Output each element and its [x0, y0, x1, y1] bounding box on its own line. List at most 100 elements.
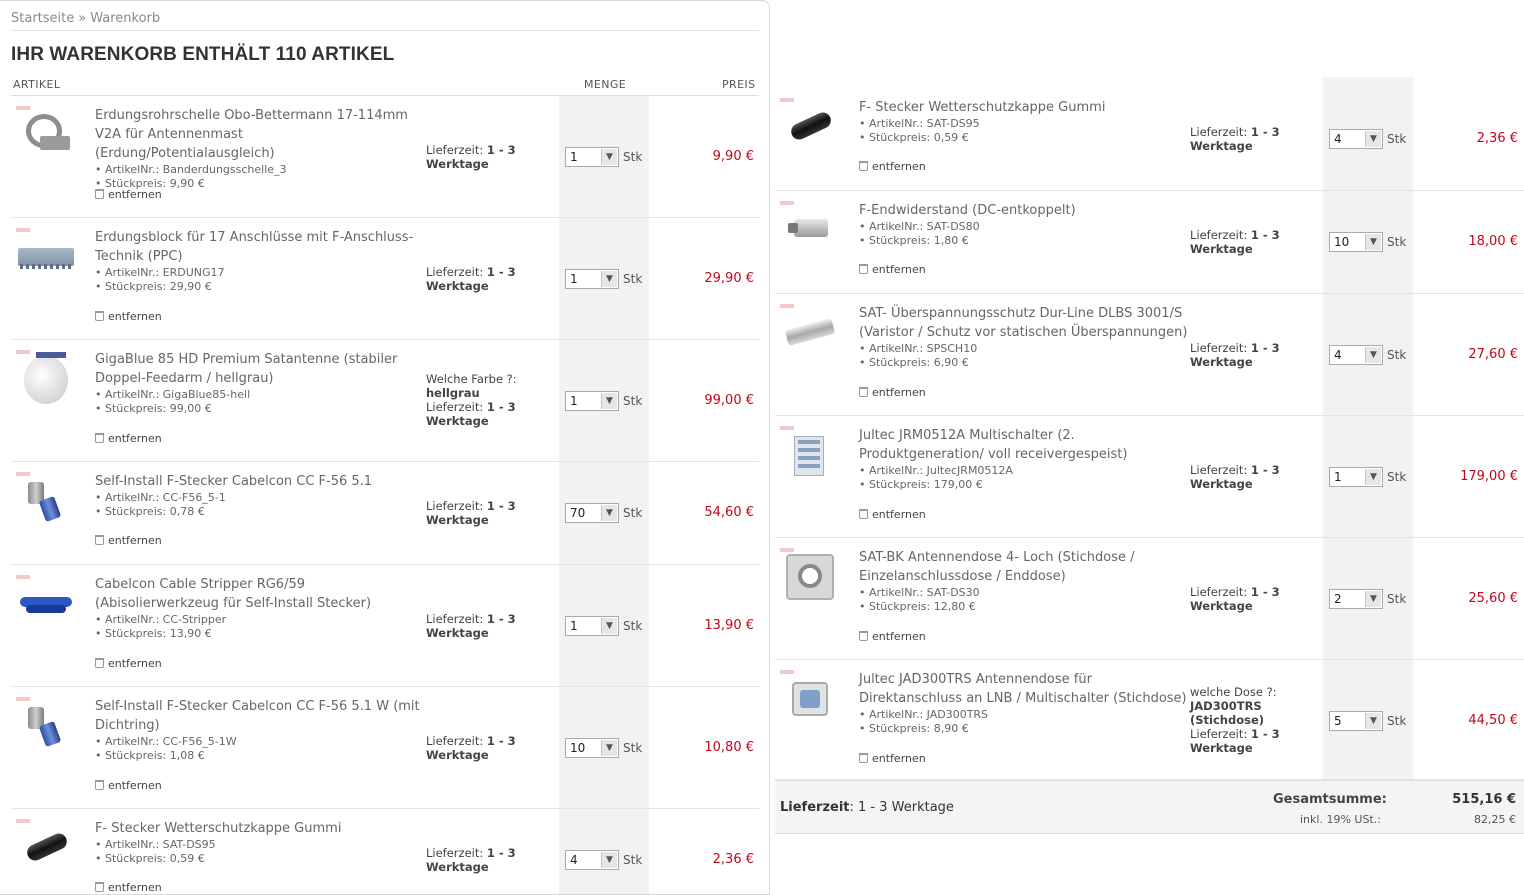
remove-button[interactable]: entfernen	[95, 188, 162, 201]
quantity-select[interactable]: 4 ▼	[565, 850, 619, 870]
thumb-shape	[36, 352, 66, 358]
quantity-select[interactable]: 4 ▼	[1329, 345, 1383, 365]
chevron-down-icon: ▼	[1365, 591, 1381, 607]
trash-icon	[859, 631, 868, 641]
item-info: SAT-BK Antennendose 4- Loch (Stichdose /…	[859, 548, 1189, 614]
cart-row: Erdungsblock für 17 Anschlüsse mit F-Ans…	[11, 218, 759, 340]
surge-image[interactable]	[780, 304, 840, 364]
delivery-value: 1 - 3	[486, 734, 516, 748]
chevron-down-icon: ▼	[1365, 713, 1381, 729]
cart-panel-left: Startseite » Warenkorb IHR WARENKORB ENTHÄ…	[0, 0, 770, 895]
article-number-value: SPSCH10	[926, 342, 978, 355]
total-tax-value: 82,25 €	[1474, 813, 1516, 826]
thumb-marker	[780, 670, 794, 674]
dose-image[interactable]	[780, 670, 840, 730]
quantity-value: 1	[570, 150, 578, 164]
quantity-select[interactable]: 1 ▼	[1329, 467, 1383, 487]
remove-button[interactable]: entfernen	[95, 534, 162, 547]
product-name-link[interactable]: Self-Install F-Stecker Cabelcon CC F-56 …	[95, 697, 425, 735]
product-name-link[interactable]: F-Endwiderstand (DC-entkoppelt)	[859, 201, 1189, 220]
remove-button[interactable]: entfernen	[859, 263, 926, 276]
remove-button[interactable]: entfernen	[95, 432, 162, 445]
remove-button[interactable]: entfernen	[859, 160, 926, 173]
product-name-link[interactable]: Cabelcon Cable Stripper RG6/59 (Abisolie…	[95, 575, 425, 613]
product-name-link[interactable]: Erdungsrohrschelle Obo-Bettermann 17-114…	[95, 106, 425, 163]
product-name-link[interactable]: SAT- Überspannungsschutz Dur-Line DLBS 3…	[859, 304, 1189, 342]
quantity-unit: Stk	[1387, 714, 1407, 728]
quantity-select[interactable]: 1 ▼	[565, 391, 619, 411]
dish-image[interactable]	[16, 350, 76, 410]
line-total: 54,60 €	[704, 505, 754, 520]
remove-button[interactable]: entfernen	[859, 508, 926, 521]
unit-price: • Stückpreis: 179,00 €	[859, 478, 1189, 492]
fplug-image[interactable]	[16, 472, 76, 532]
delivery-value: 1 - 3	[1250, 727, 1280, 741]
trash-icon	[95, 189, 104, 199]
product-name-link[interactable]: Self-Install F-Stecker Cabelcon CC F-56 …	[95, 472, 425, 491]
trash-icon	[859, 264, 868, 274]
product-name-link[interactable]: GigaBlue 85 HD Premium Satantenne (stabi…	[95, 350, 425, 388]
delivery-value: 1 - 3	[1250, 125, 1280, 139]
delivery-info: Lieferzeit: 1 - 3 Werktage	[426, 846, 556, 874]
option-value: hellgrau	[426, 386, 480, 400]
delivery-label: Lieferzeit:	[426, 734, 484, 748]
thumb-marker	[780, 98, 794, 102]
stripper-image[interactable]	[16, 575, 76, 635]
remove-button[interactable]: entfernen	[95, 779, 162, 792]
cap-image[interactable]	[780, 98, 840, 158]
quantity-select[interactable]: 4 ▼	[1329, 129, 1383, 149]
unit-price-value: 6,90 €	[933, 356, 969, 369]
cap-image[interactable]	[16, 819, 76, 879]
block-image[interactable]	[16, 228, 76, 288]
remove-button[interactable]: entfernen	[95, 881, 162, 894]
cart-row: SAT- Überspannungsschutz Dur-Line DLBS 3…	[775, 294, 1524, 416]
remove-button[interactable]: entfernen	[859, 386, 926, 399]
remove-button[interactable]: entfernen	[859, 752, 926, 765]
quantity-select[interactable]: 10 ▼	[565, 738, 619, 758]
delivery-info: Lieferzeit: 1 - 3 Werktage	[1190, 463, 1320, 491]
article-number: • ArtikelNr.: SAT-DS80	[859, 220, 1189, 234]
quantity-select[interactable]: 1 ▼	[565, 616, 619, 636]
product-name-link[interactable]: Erdungsblock für 17 Anschlüsse mit F-Ans…	[95, 228, 425, 266]
cart-row: Jultec JRM0512A Multischalter (2. Produk…	[775, 416, 1524, 538]
fplug-image[interactable]	[16, 697, 76, 757]
quantity-select[interactable]: 10 ▼	[1329, 232, 1383, 252]
remove-button[interactable]: entfernen	[95, 310, 162, 323]
article-number-value: SAT-DS95	[162, 838, 216, 851]
quantity-select[interactable]: 1 ▼	[565, 269, 619, 289]
quantity-select[interactable]: 1 ▼	[565, 147, 619, 167]
chevron-down-icon: ▼	[601, 740, 617, 756]
quantity-select[interactable]: 70 ▼	[565, 503, 619, 523]
product-name-link[interactable]: F- Stecker Wetterschutzkappe Gummi	[95, 819, 425, 838]
delivery-label: Lieferzeit:	[1190, 125, 1248, 139]
breadcrumb-home-link[interactable]: Startseite	[11, 11, 74, 26]
delivery-info: Lieferzeit: 1 - 3 Werktage	[426, 612, 556, 640]
unit-price-label: • Stückpreis:	[859, 478, 931, 491]
unit-price: • Stückpreis: 1,08 €	[95, 749, 425, 763]
remove-label: entfernen	[108, 534, 162, 547]
delivery-value: 1 - 3	[486, 846, 516, 860]
unit-price: • Stückpreis: 8,90 €	[859, 722, 1189, 736]
delivery-label: Lieferzeit:	[1190, 341, 1248, 355]
article-number: • ArtikelNr.: ERDUNG17	[95, 266, 425, 280]
product-name-link[interactable]: Jultec JAD300TRS Antennendose für Direkt…	[859, 670, 1189, 708]
total-delivery-value: : 1 - 3 Werktage	[849, 800, 954, 815]
unit-price-value: 0,59 €	[169, 852, 205, 865]
quantity-select[interactable]: 2 ▼	[1329, 589, 1383, 609]
quantity-value: 5	[1334, 714, 1342, 728]
product-name-link[interactable]: F- Stecker Wetterschutzkappe Gummi	[859, 98, 1189, 117]
quantity-select[interactable]: 5 ▼	[1329, 711, 1383, 731]
quantity-value: 1	[1334, 470, 1342, 484]
socket-image[interactable]	[780, 548, 840, 608]
product-name-link[interactable]: SAT-BK Antennendose 4- Loch (Stichdose /…	[859, 548, 1189, 586]
remove-button[interactable]: entfernen	[95, 657, 162, 670]
trash-icon	[859, 753, 868, 763]
thumb-marker	[16, 350, 30, 354]
term-image[interactable]	[780, 201, 840, 261]
switch-image[interactable]	[780, 426, 840, 486]
clamp-image[interactable]	[16, 106, 76, 166]
product-name-link[interactable]: Jultec JRM0512A Multischalter (2. Produk…	[859, 426, 1189, 464]
thumb-marker	[780, 548, 794, 552]
remove-button[interactable]: entfernen	[859, 630, 926, 643]
article-number-label: • ArtikelNr.:	[95, 388, 160, 401]
